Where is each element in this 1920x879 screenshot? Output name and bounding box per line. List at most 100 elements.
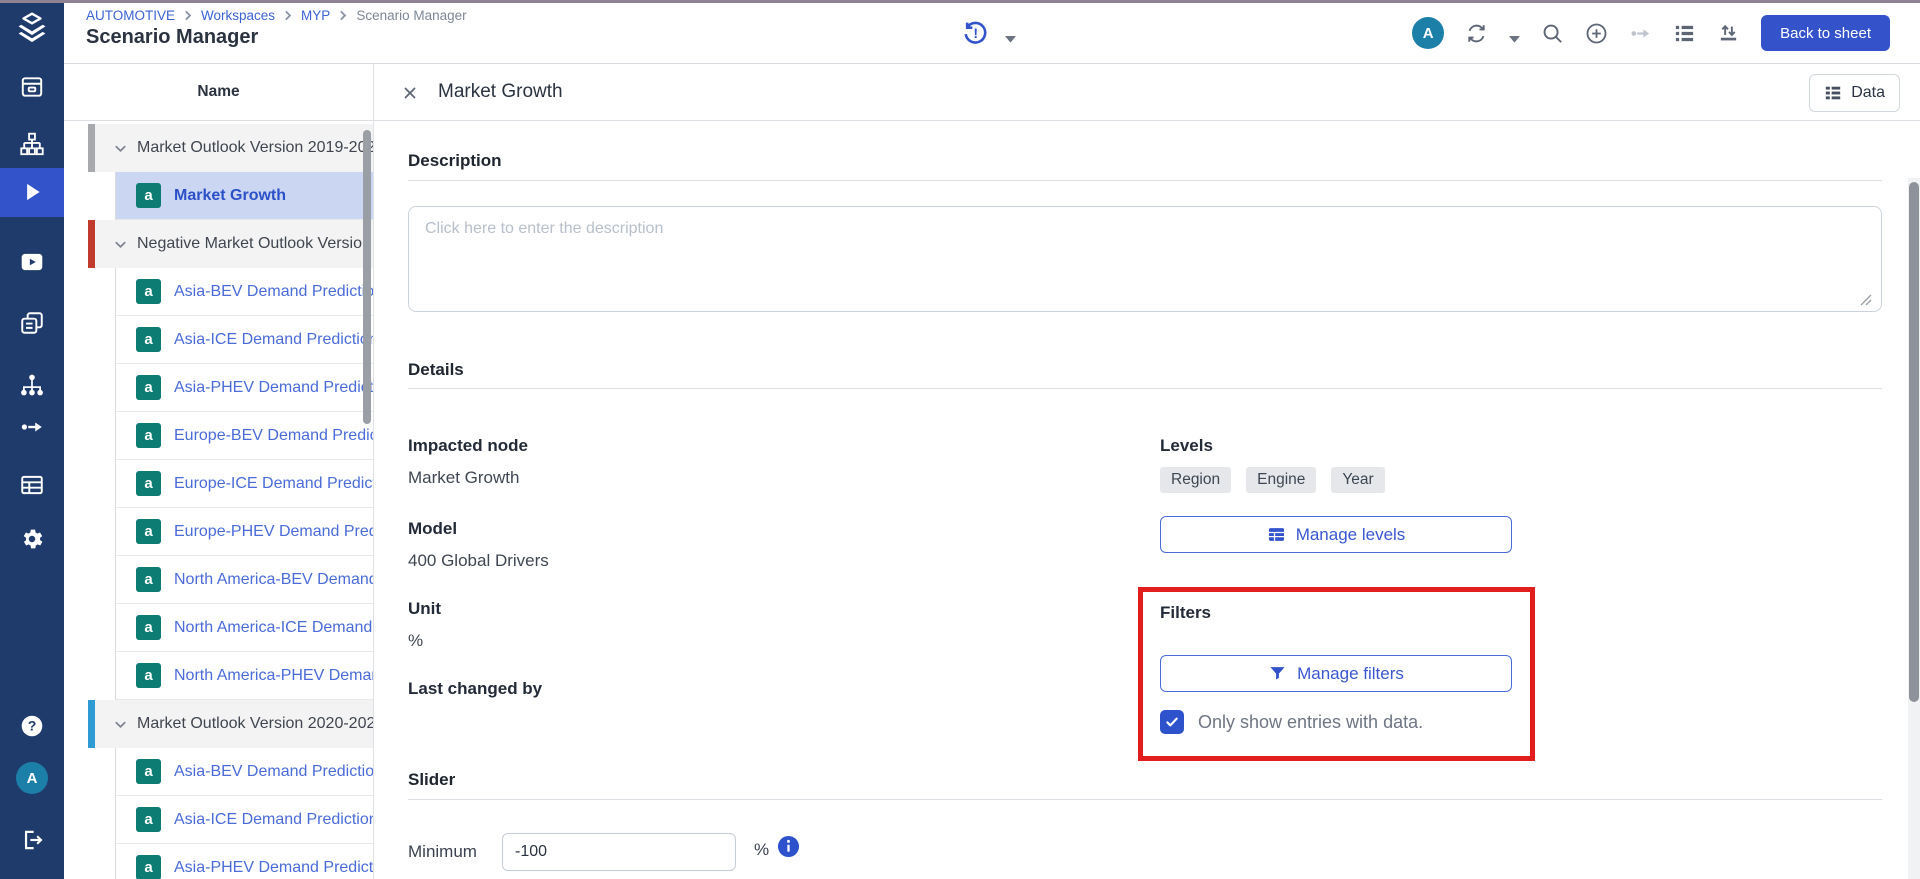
chevron-down-icon[interactable] <box>113 717 128 732</box>
assumption-badge: a <box>136 567 161 592</box>
user-avatar[interactable]: A <box>1412 17 1444 49</box>
tree-item[interactable]: aAsia-BEV Demand Prediction <box>116 268 373 316</box>
last-changed-by-label: Last changed by <box>408 679 542 699</box>
tree-item-market-growth[interactable]: a Market Growth <box>116 172 373 220</box>
tree-item[interactable]: aNorth America-BEV Demand Prediction <box>116 556 373 604</box>
add-circle-icon[interactable] <box>1585 22 1608 45</box>
copy-icon[interactable] <box>19 310 45 336</box>
tree-group-market-outlook-2020[interactable]: Market Outlook Version 2020-2025 <box>88 700 373 748</box>
hierarchy-icon[interactable] <box>19 131 45 157</box>
only-show-entries-label: Only show entries with data. <box>1198 712 1423 733</box>
breadcrumb-myp[interactable]: MYP <box>301 8 330 23</box>
level-chip-year: Year <box>1331 467 1384 493</box>
group-color-bar <box>88 220 95 268</box>
assumption-badge: a <box>136 615 161 640</box>
chevron-down-icon[interactable] <box>113 141 128 156</box>
assumption-badge: a <box>136 855 161 879</box>
refresh-dropdown-caret[interactable] <box>1509 30 1520 37</box>
tree-item[interactable]: aAsia-ICE Demand Prediction <box>116 316 373 364</box>
scenario-tree: Market Outlook Version 2019-2024 a Marke… <box>88 124 373 879</box>
tree-item[interactable]: aEurope-ICE Demand Prediction <box>116 460 373 508</box>
tree-group-market-outlook-2019[interactable]: Market Outlook Version 2019-2024 <box>88 124 373 172</box>
chevron-right-icon <box>184 10 192 21</box>
check-icon <box>1164 714 1180 730</box>
back-to-sheet-button[interactable]: Back to sheet <box>1761 15 1890 51</box>
tree-item-label: Asia-PHEV Demand Prediction <box>174 379 373 397</box>
tree-item[interactable]: aEurope-PHEV Demand Prediction <box>116 508 373 556</box>
unit-label: Unit <box>408 599 441 619</box>
merge-arrow-icon[interactable] <box>19 414 45 440</box>
tree-item-label: Europe-BEV Demand Prediction <box>174 427 373 445</box>
archive-icon[interactable] <box>19 74 45 100</box>
user-initial: A <box>27 770 38 787</box>
minimum-input[interactable] <box>502 833 736 871</box>
svg-text:?: ? <box>28 718 37 734</box>
group-color-bar <box>88 124 95 172</box>
impacted-node-value: Market Growth <box>408 468 519 488</box>
tree-item[interactable]: a Asia-PHEV Demand Prediction <box>116 364 373 412</box>
manage-levels-button[interactable]: Manage levels <box>1160 516 1512 553</box>
breadcrumb-current: Scenario Manager <box>356 8 466 23</box>
assumption-badge: a <box>136 327 161 352</box>
manage-filters-button[interactable]: Manage filters <box>1160 655 1512 692</box>
network-icon[interactable] <box>19 372 45 398</box>
section-divider <box>408 180 1882 181</box>
main-scrollbar-thumb[interactable] <box>1909 182 1919 702</box>
history-dropdown-caret[interactable] <box>1005 30 1016 37</box>
chevron-right-icon <box>284 10 292 21</box>
gear-icon[interactable] <box>19 526 45 552</box>
tree-item[interactable]: aAsia-PHEV Demand Prediction <box>116 844 373 879</box>
tree-item[interactable]: a Europe-BEV Demand Prediction <box>116 412 373 460</box>
tree-item[interactable]: aNorth America-PHEV Demand Prediction <box>116 652 373 700</box>
tree-item-label: Market Growth <box>174 187 286 205</box>
description-textarea[interactable] <box>408 206 1882 312</box>
help-icon[interactable]: ? <box>19 713 45 739</box>
play-icon[interactable] <box>19 179 45 205</box>
assumption-badge: a <box>136 375 161 400</box>
tree-group-label: Negative Market Outlook Version 2020 <box>137 235 373 253</box>
scenario-manager-app: ? A AUTOMOTIVE Workspaces MYP Scenario M… <box>0 0 1920 879</box>
data-button[interactable]: Data <box>1809 74 1900 112</box>
tree-scrollbar-thumb[interactable] <box>363 130 371 424</box>
user-avatar[interactable]: A <box>16 762 48 794</box>
detail-panel: Market Growth Data Description Details I… <box>374 64 1920 879</box>
only-show-entries-checkbox[interactable] <box>1160 710 1184 734</box>
data-button-label: Data <box>1851 84 1885 102</box>
details-heading: Details <box>408 360 464 380</box>
model-label: Model <box>408 519 457 539</box>
tree-item[interactable]: aAsia-ICE Demand Prediction <box>116 796 373 844</box>
presentation-icon[interactable] <box>19 249 45 275</box>
app-logo[interactable] <box>15 10 49 44</box>
tree-item[interactable]: aNorth America-ICE Demand Prediction <box>116 604 373 652</box>
model-value: 400 Global Drivers <box>408 551 549 571</box>
table-icon[interactable] <box>19 472 45 498</box>
info-icon[interactable] <box>777 835 800 858</box>
list-icon[interactable] <box>1673 22 1696 45</box>
tree-item-label: Asia-BEV Demand Prediction <box>174 283 373 301</box>
breadcrumb-automotive[interactable]: AUTOMOTIVE <box>86 8 175 23</box>
refresh-icon[interactable] <box>1465 22 1488 45</box>
breadcrumb-workspaces[interactable]: Workspaces <box>201 8 275 23</box>
level-chip-engine: Engine <box>1246 467 1316 493</box>
table-icon <box>1267 525 1286 544</box>
search-icon[interactable] <box>1541 22 1564 45</box>
forward-arrow-icon[interactable] <box>1629 22 1652 45</box>
page-title: Scenario Manager <box>86 26 258 49</box>
tree-item-label: Asia-ICE Demand Prediction <box>174 811 373 829</box>
group-color-bar <box>88 700 95 748</box>
logout-icon[interactable] <box>19 827 45 853</box>
tree-item-label: Europe-ICE Demand Prediction <box>174 475 373 493</box>
assumption-badge: a <box>136 663 161 688</box>
tree-item[interactable]: aAsia-BEV Demand Prediction <box>116 748 373 796</box>
tree-group-negative-market-outlook[interactable]: Negative Market Outlook Version 2020 <box>88 220 373 268</box>
import-export-icon[interactable] <box>1717 22 1740 45</box>
level-chip-region: Region <box>1160 467 1231 493</box>
breadcrumb: AUTOMOTIVE Workspaces MYP Scenario Manag… <box>86 8 467 23</box>
chevron-down-icon[interactable] <box>113 237 128 252</box>
manage-filters-label: Manage filters <box>1297 664 1404 684</box>
history-icon[interactable]: ! <box>962 20 989 47</box>
close-icon[interactable] <box>402 85 418 101</box>
unit-value: % <box>408 631 423 651</box>
tree-item-label: Asia-BEV Demand Prediction <box>174 763 373 781</box>
assumption-badge: a <box>136 423 161 448</box>
